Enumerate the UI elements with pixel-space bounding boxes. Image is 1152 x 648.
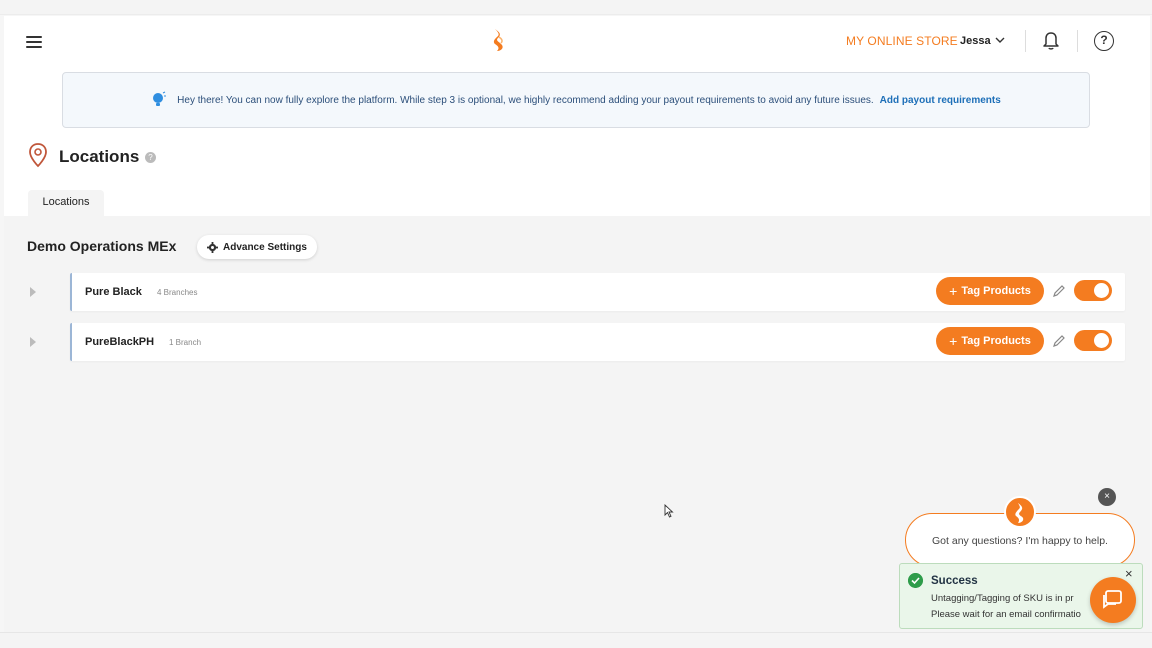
brand-logo-icon [1015, 503, 1024, 523]
banner-text: Hey there! You can now fully explore the… [177, 94, 874, 106]
toast-message: Please wait for an email confirmatio [931, 609, 1081, 620]
tag-products-label: Tag Products [961, 335, 1031, 347]
tag-products-button[interactable]: + Tag Products [936, 327, 1044, 355]
brand-row: PureBlackPH 1 Branch + Tag Products [70, 323, 1125, 361]
chat-launcher-button[interactable] [1090, 577, 1136, 623]
header-divider [1025, 30, 1026, 52]
store-name-link[interactable]: MY ONLINE STORE [846, 34, 958, 48]
branch-count: 4 Branches [157, 288, 198, 297]
branch-count: 1 Branch [169, 338, 202, 347]
advance-settings-button[interactable]: Advance Settings [197, 235, 317, 259]
tab-locations[interactable]: Locations [28, 190, 104, 216]
brand-name: PureBlackPH [85, 336, 155, 348]
pencil-edit-icon[interactable] [1052, 334, 1066, 348]
brand-toggle[interactable] [1074, 330, 1112, 351]
plus-icon: + [949, 333, 958, 349]
mouse-cursor-icon [664, 504, 674, 518]
bottom-window-strip [0, 632, 1152, 648]
expand-caret-icon[interactable] [29, 337, 37, 347]
toast-message: Untagging/Tagging of SKU is in pr [931, 593, 1074, 604]
tag-products-label: Tag Products [961, 285, 1031, 297]
hamburger-menu-icon[interactable] [26, 36, 42, 48]
advance-settings-label: Advance Settings [223, 241, 307, 253]
chat-greeting-text: Got any questions? I'm happy to help. [932, 535, 1108, 547]
plus-icon: + [949, 283, 958, 299]
brand-row: Pure Black 4 Branches + Tag Products [70, 273, 1125, 311]
add-payout-link[interactable]: Add payout requirements [880, 95, 1001, 106]
chat-close-button[interactable]: × [1098, 488, 1116, 506]
toast-title: Success [931, 575, 978, 587]
gear-icon [207, 241, 218, 253]
payout-banner: Hey there! You can now fully explore the… [62, 72, 1090, 128]
check-circle-icon [908, 573, 923, 588]
user-name[interactable]: Jessa [960, 35, 991, 47]
brand-name: Pure Black [85, 286, 142, 298]
page-title: Locations [59, 147, 140, 166]
header-area: MY ONLINE STORE Jessa ? Hey there! You c… [4, 16, 1150, 216]
pencil-edit-icon[interactable] [1052, 284, 1066, 298]
chat-icon [1103, 590, 1122, 609]
bell-icon[interactable] [1042, 30, 1060, 50]
operation-name: Demo Operations MEx [27, 238, 177, 254]
info-icon[interactable]: ? [145, 152, 156, 163]
help-question-icon[interactable]: ? [1094, 31, 1114, 51]
location-pin-icon [29, 143, 47, 168]
brand-logo-icon [493, 29, 503, 51]
header-divider [1077, 30, 1078, 52]
top-window-strip [0, 0, 1152, 15]
tag-products-button[interactable]: + Tag Products [936, 277, 1044, 305]
lightbulb-icon [153, 91, 167, 106]
brand-toggle[interactable] [1074, 280, 1112, 301]
toast-close-button[interactable]: × [1125, 566, 1133, 581]
chevron-down-icon[interactable] [994, 35, 1006, 45]
chat-avatar [1004, 496, 1036, 528]
expand-caret-icon[interactable] [29, 287, 37, 297]
